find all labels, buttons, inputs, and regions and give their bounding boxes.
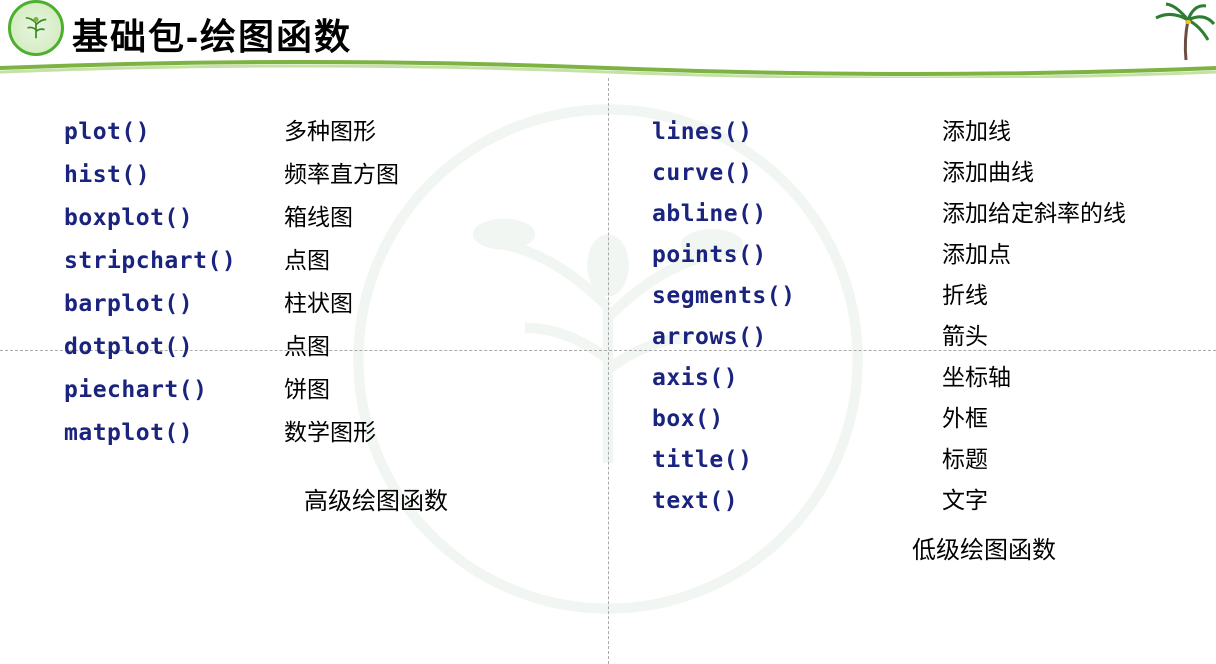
function-name: boxplot() (64, 207, 284, 230)
left-caption: 高级绘图函数 (64, 481, 588, 516)
function-row: title()标题 (652, 448, 1196, 472)
function-name: arrows() (652, 326, 942, 349)
function-row: arrows()箭头 (652, 325, 1196, 349)
function-desc: 箭头 (942, 325, 988, 348)
function-desc: 添加曲线 (942, 161, 1034, 184)
function-row: barplot()柱状图 (64, 292, 588, 316)
function-name: dotplot() (64, 336, 284, 359)
function-row: plot()多种图形 (64, 120, 588, 144)
function-desc: 文字 (942, 489, 988, 512)
function-name: hist() (64, 164, 284, 187)
function-name: curve() (652, 162, 942, 185)
right-caption: 低级绘图函数 (652, 530, 1196, 565)
function-desc: 数学图形 (284, 421, 376, 444)
function-desc: 箱线图 (284, 206, 353, 229)
logo-icon (8, 0, 64, 56)
function-row: hist()频率直方图 (64, 163, 588, 187)
function-desc: 频率直方图 (284, 163, 399, 186)
function-row: lines()添加线 (652, 120, 1196, 144)
function-name: lines() (652, 121, 942, 144)
function-row: matplot()数学图形 (64, 421, 588, 445)
content: plot()多种图形hist()频率直方图boxplot()箱线图stripch… (0, 120, 1216, 565)
palm-icon (1146, 0, 1216, 70)
function-name: box() (652, 408, 942, 431)
function-desc: 柱状图 (284, 292, 353, 315)
function-desc: 点图 (284, 335, 330, 358)
function-desc: 饼图 (284, 378, 330, 401)
function-row: axis()坐标轴 (652, 366, 1196, 390)
slide-header: 基础包-绘图函数 (0, 0, 1216, 66)
function-name: plot() (64, 121, 284, 144)
function-row: dotplot()点图 (64, 335, 588, 359)
function-name: axis() (652, 367, 942, 390)
function-row: segments()折线 (652, 284, 1196, 308)
function-row: boxplot()箱线图 (64, 206, 588, 230)
function-name: title() (652, 449, 942, 472)
right-column: lines()添加线curve()添加曲线abline()添加给定斜率的线poi… (608, 120, 1216, 565)
function-desc: 标题 (942, 448, 988, 471)
function-row: box()外框 (652, 407, 1196, 431)
function-name: text() (652, 490, 942, 513)
function-desc: 点图 (284, 249, 330, 272)
divider-swoosh (0, 58, 1216, 78)
function-row: text()文字 (652, 489, 1196, 513)
function-desc: 添加点 (942, 243, 1011, 266)
slide-title: 基础包-绘图函数 (72, 8, 1216, 60)
function-row: abline()添加给定斜率的线 (652, 202, 1196, 226)
function-desc: 添加线 (942, 120, 1011, 143)
function-row: piechart()饼图 (64, 378, 588, 402)
function-row: curve()添加曲线 (652, 161, 1196, 185)
function-desc: 添加给定斜率的线 (942, 202, 1126, 225)
function-name: points() (652, 244, 942, 267)
function-desc: 坐标轴 (942, 366, 1011, 389)
function-row: points()添加点 (652, 243, 1196, 267)
function-name: piechart() (64, 379, 284, 402)
function-desc: 折线 (942, 284, 988, 307)
function-name: stripchart() (64, 250, 284, 273)
function-name: abline() (652, 203, 942, 226)
function-name: barplot() (64, 293, 284, 316)
function-desc: 外框 (942, 407, 988, 430)
function-row: stripchart()点图 (64, 249, 588, 273)
function-desc: 多种图形 (284, 120, 376, 143)
left-column: plot()多种图形hist()频率直方图boxplot()箱线图stripch… (0, 120, 608, 565)
function-name: segments() (652, 285, 942, 308)
function-name: matplot() (64, 422, 284, 445)
